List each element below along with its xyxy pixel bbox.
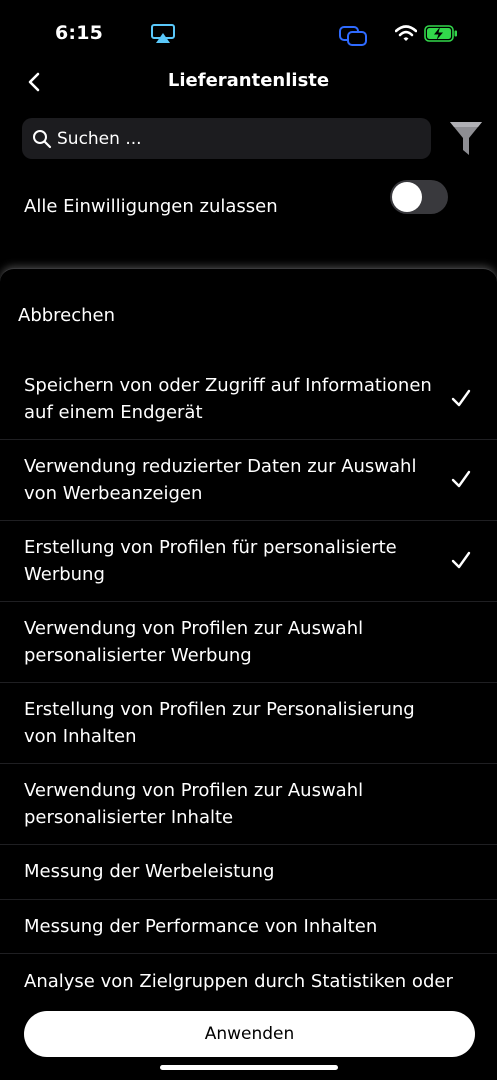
consent-toggle-row: Alle Einwilligungen zulassen [0, 178, 497, 236]
purpose-label: Messung der Performance von Inhalten [24, 916, 378, 937]
purpose-label: Erstellung von Profilen zur Personalisie… [24, 699, 415, 747]
list-item[interactable]: Speichern von oder Zugriff auf Informati… [0, 359, 497, 440]
status-time: 6:15 [55, 22, 104, 44]
cancel-button[interactable]: Abbrechen [18, 305, 115, 326]
purpose-label: Verwendung reduzierter Daten zur Auswahl… [24, 456, 417, 504]
list-item[interactable]: Erstellung von Profilen zur Personalisie… [0, 683, 497, 764]
status-bar: 6:15 [0, 0, 497, 60]
list-item[interactable]: Messung der Performance von Inhalten [0, 900, 497, 954]
purpose-label: Analyse von Zielgruppen durch Statistike… [24, 971, 453, 992]
page-title: Lieferantenliste [167, 70, 330, 91]
list-item[interactable]: Messung der Werbeleistung [0, 845, 497, 900]
purpose-list: Speichern von oder Zugriff auf Informati… [0, 359, 497, 1008]
list-item[interactable]: Erstellung von Profilen für personalisie… [0, 521, 497, 602]
checkmark-icon [451, 551, 471, 569]
list-item[interactable]: Verwendung von Profilen zur Auswahl pers… [0, 602, 497, 683]
search-input[interactable] [57, 128, 417, 149]
funnel-icon[interactable] [449, 119, 483, 157]
screen: 6:15 Lieferantenliste Suchen ... Alle Ei… [0, 0, 497, 1080]
airplay-icon [151, 24, 175, 43]
toggle-knob [392, 182, 422, 212]
search-icon [33, 129, 52, 148]
wifi-icon [395, 25, 417, 41]
consent-toggle-label: Alle Einwilligungen zulassen [24, 196, 278, 217]
search-box[interactable] [22, 118, 431, 159]
nav-bar: Lieferantenliste [0, 60, 497, 104]
screen-mirroring-icon [339, 26, 367, 46]
list-item[interactable]: Verwendung von Profilen zur Auswahl pers… [0, 764, 497, 845]
checkmark-icon [451, 470, 471, 488]
purpose-label: Verwendung von Profilen zur Auswahl pers… [24, 780, 364, 828]
apply-button[interactable]: Anwenden [24, 1011, 475, 1057]
consent-toggle[interactable] [390, 180, 448, 214]
purpose-label: Messung der Werbeleistung [24, 861, 275, 882]
home-indicator [160, 1065, 338, 1070]
purpose-sheet: Abbrechen Speichern von oder Zugriff auf… [0, 268, 497, 1080]
list-item[interactable]: Verwendung reduzierter Daten zur Auswahl… [0, 440, 497, 521]
purpose-label: Erstellung von Profilen für personalisie… [24, 537, 397, 585]
checkmark-icon [451, 389, 471, 407]
battery-charging-icon [424, 25, 457, 42]
purpose-label: Verwendung von Profilen zur Auswahl pers… [24, 618, 364, 666]
purpose-label: Speichern von oder Zugriff auf Informati… [24, 375, 432, 423]
list-item[interactable]: Analyse von Zielgruppen durch Statistike… [0, 954, 497, 1008]
